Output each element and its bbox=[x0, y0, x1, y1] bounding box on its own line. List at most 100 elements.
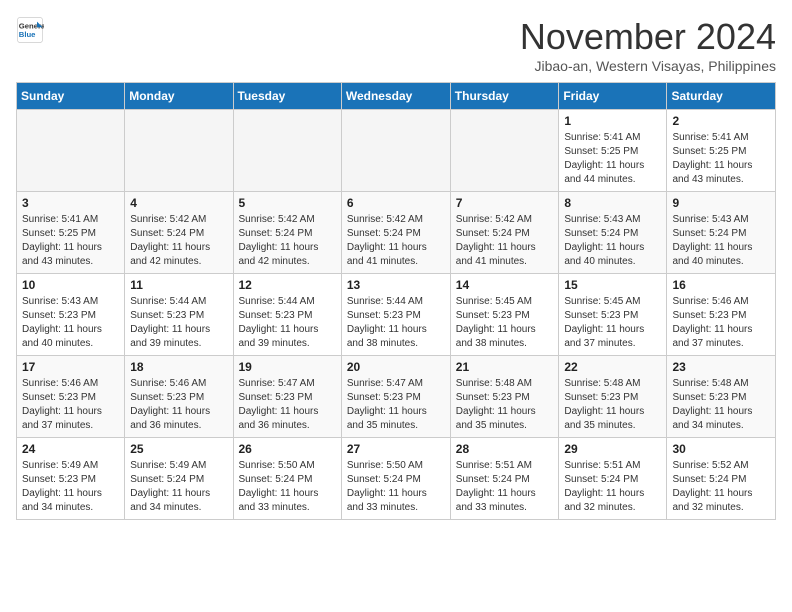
day-number: 28 bbox=[456, 442, 554, 456]
day-number: 6 bbox=[347, 196, 445, 210]
day-info: Sunrise: 5:46 AM Sunset: 5:23 PM Dayligh… bbox=[130, 377, 227, 433]
calendar-week-3: 10Sunrise: 5:43 AM Sunset: 5:23 PM Dayli… bbox=[17, 274, 776, 356]
calendar-cell: 18 Sunrise: 5:46 AM Sunset: 5:23 PM Dayli… bbox=[125, 356, 233, 438]
calendar-week-2: 3 Sunrise: 5:41 AM Sunset: 5:25 PM Daylig… bbox=[17, 192, 776, 274]
day-number: 24 bbox=[22, 442, 119, 456]
day-info: Sunrise: 5:41 AM Sunset: 5:25 PM Dayligh… bbox=[22, 213, 119, 269]
day-info: Sunrise: 5:50 AM Sunset: 5:24 PM Dayligh… bbox=[239, 459, 336, 515]
day-number: 23 bbox=[672, 360, 770, 374]
svg-text:Blue: Blue bbox=[19, 30, 36, 39]
day-number: 3 bbox=[22, 196, 119, 210]
calendar-cell: 12Sunrise: 5:44 AM Sunset: 5:23 PM Dayli… bbox=[233, 274, 341, 356]
day-number: 4 bbox=[130, 196, 227, 210]
calendar-cell: 11 Sunrise: 5:44 AM Sunset: 5:23 PM Dayli… bbox=[125, 274, 233, 356]
calendar-cell: 23Sunrise: 5:48 AM Sunset: 5:23 PM Dayli… bbox=[667, 356, 776, 438]
month-title: November 2024 bbox=[520, 16, 776, 58]
day-number: 15 bbox=[564, 278, 661, 292]
day-info: Sunrise: 5:41 AM Sunset: 5:25 PM Dayligh… bbox=[672, 131, 770, 187]
day-number: 9 bbox=[672, 196, 770, 210]
day-number: 5 bbox=[239, 196, 336, 210]
calendar-week-5: 24 Sunrise: 5:49 AM Sunset: 5:23 PM Dayli… bbox=[17, 438, 776, 520]
header-tuesday: Tuesday bbox=[233, 83, 341, 110]
calendar-cell: 6 Sunrise: 5:42 AM Sunset: 5:24 PM Daylig… bbox=[341, 192, 450, 274]
title-block: November 2024 Jibao-an, Western Visayas,… bbox=[520, 16, 776, 74]
calendar-cell: 19 Sunrise: 5:47 AM Sunset: 5:23 PM Dayli… bbox=[233, 356, 341, 438]
day-info: Sunrise: 5:51 AM Sunset: 5:24 PM Dayligh… bbox=[456, 459, 554, 515]
calendar-cell bbox=[17, 110, 125, 192]
calendar-body: 1 Sunrise: 5:41 AM Sunset: 5:25 PM Daylig… bbox=[17, 110, 776, 520]
day-info: Sunrise: 5:52 AM Sunset: 5:24 PM Dayligh… bbox=[672, 459, 770, 515]
day-number: 20 bbox=[347, 360, 445, 374]
calendar-cell: 30 Sunrise: 5:52 AM Sunset: 5:24 PM Dayli… bbox=[667, 438, 776, 520]
calendar-header-row: SundayMondayTuesdayWednesdayThursdayFrid… bbox=[17, 83, 776, 110]
calendar-cell: 13 Sunrise: 5:44 AM Sunset: 5:23 PM Dayli… bbox=[341, 274, 450, 356]
day-info: Sunrise: 5:43 AM Sunset: 5:24 PM Dayligh… bbox=[564, 213, 661, 269]
day-number: 10 bbox=[22, 278, 119, 292]
day-info: Sunrise: 5:42 AM Sunset: 5:24 PM Dayligh… bbox=[456, 213, 554, 269]
calendar-cell: 27 Sunrise: 5:50 AM Sunset: 5:24 PM Dayli… bbox=[341, 438, 450, 520]
day-number: 18 bbox=[130, 360, 227, 374]
day-number: 12 bbox=[239, 278, 336, 292]
day-number: 13 bbox=[347, 278, 445, 292]
calendar-week-4: 17 Sunrise: 5:46 AM Sunset: 5:23 PM Dayli… bbox=[17, 356, 776, 438]
day-info: Sunrise: 5:41 AM Sunset: 5:25 PM Dayligh… bbox=[564, 131, 661, 187]
location-subtitle: Jibao-an, Western Visayas, Philippines bbox=[520, 58, 776, 74]
day-info: Sunrise: 5:44 AM Sunset: 5:23 PM Dayligh… bbox=[130, 295, 227, 351]
day-info: Sunrise: 5:45 AM Sunset: 5:23 PM Dayligh… bbox=[456, 295, 554, 351]
day-info: Sunrise: 5:48 AM Sunset: 5:23 PM Dayligh… bbox=[456, 377, 554, 433]
day-number: 29 bbox=[564, 442, 661, 456]
day-number: 30 bbox=[672, 442, 770, 456]
day-number: 17 bbox=[22, 360, 119, 374]
day-number: 16 bbox=[672, 278, 770, 292]
day-number: 1 bbox=[564, 114, 661, 128]
header-thursday: Thursday bbox=[450, 83, 559, 110]
header-monday: Monday bbox=[125, 83, 233, 110]
day-number: 26 bbox=[239, 442, 336, 456]
day-info: Sunrise: 5:49 AM Sunset: 5:24 PM Dayligh… bbox=[130, 459, 227, 515]
calendar-cell: 14 Sunrise: 5:45 AM Sunset: 5:23 PM Dayli… bbox=[450, 274, 559, 356]
day-info: Sunrise: 5:44 AM Sunset: 5:23 PM Dayligh… bbox=[347, 295, 445, 351]
calendar-cell: 15 Sunrise: 5:45 AM Sunset: 5:23 PM Dayli… bbox=[559, 274, 667, 356]
calendar-cell bbox=[233, 110, 341, 192]
day-number: 27 bbox=[347, 442, 445, 456]
calendar-cell: 29 Sunrise: 5:51 AM Sunset: 5:24 PM Dayli… bbox=[559, 438, 667, 520]
day-info: Sunrise: 5:47 AM Sunset: 5:23 PM Dayligh… bbox=[239, 377, 336, 433]
calendar-cell: 20 Sunrise: 5:47 AM Sunset: 5:23 PM Dayli… bbox=[341, 356, 450, 438]
header-sunday: Sunday bbox=[17, 83, 125, 110]
day-info: Sunrise: 5:50 AM Sunset: 5:24 PM Dayligh… bbox=[347, 459, 445, 515]
header-friday: Friday bbox=[559, 83, 667, 110]
day-number: 11 bbox=[130, 278, 227, 292]
day-number: 19 bbox=[239, 360, 336, 374]
calendar-cell: 9 Sunrise: 5:43 AM Sunset: 5:24 PM Daylig… bbox=[667, 192, 776, 274]
calendar-cell: 17 Sunrise: 5:46 AM Sunset: 5:23 PM Dayli… bbox=[17, 356, 125, 438]
page-header: General Blue November 2024 Jibao-an, Wes… bbox=[16, 16, 776, 74]
day-number: 14 bbox=[456, 278, 554, 292]
day-number: 25 bbox=[130, 442, 227, 456]
day-info: Sunrise: 5:48 AM Sunset: 5:23 PM Dayligh… bbox=[564, 377, 661, 433]
calendar-cell: 8 Sunrise: 5:43 AM Sunset: 5:24 PM Daylig… bbox=[559, 192, 667, 274]
day-info: Sunrise: 5:47 AM Sunset: 5:23 PM Dayligh… bbox=[347, 377, 445, 433]
day-info: Sunrise: 5:49 AM Sunset: 5:23 PM Dayligh… bbox=[22, 459, 119, 515]
day-info: Sunrise: 5:46 AM Sunset: 5:23 PM Dayligh… bbox=[22, 377, 119, 433]
calendar-cell: 21 Sunrise: 5:48 AM Sunset: 5:23 PM Dayli… bbox=[450, 356, 559, 438]
calendar-cell: 26 Sunrise: 5:50 AM Sunset: 5:24 PM Dayli… bbox=[233, 438, 341, 520]
calendar-cell: 4Sunrise: 5:42 AM Sunset: 5:24 PM Daylig… bbox=[125, 192, 233, 274]
day-info: Sunrise: 5:43 AM Sunset: 5:24 PM Dayligh… bbox=[672, 213, 770, 269]
day-number: 8 bbox=[564, 196, 661, 210]
day-number: 22 bbox=[564, 360, 661, 374]
calendar-cell: 22 Sunrise: 5:48 AM Sunset: 5:23 PM Dayli… bbox=[559, 356, 667, 438]
day-number: 2 bbox=[672, 114, 770, 128]
calendar-cell bbox=[450, 110, 559, 192]
day-info: Sunrise: 5:45 AM Sunset: 5:23 PM Dayligh… bbox=[564, 295, 661, 351]
day-info: Sunrise: 5:51 AM Sunset: 5:24 PM Dayligh… bbox=[564, 459, 661, 515]
day-info: Sunrise: 5:42 AM Sunset: 5:24 PM Dayligh… bbox=[347, 213, 445, 269]
calendar-cell: 24 Sunrise: 5:49 AM Sunset: 5:23 PM Dayli… bbox=[17, 438, 125, 520]
calendar-cell: 10Sunrise: 5:43 AM Sunset: 5:23 PM Dayli… bbox=[17, 274, 125, 356]
day-number: 21 bbox=[456, 360, 554, 374]
calendar-table: SundayMondayTuesdayWednesdayThursdayFrid… bbox=[16, 82, 776, 520]
logo-icon: General Blue bbox=[16, 16, 44, 44]
calendar-week-1: 1 Sunrise: 5:41 AM Sunset: 5:25 PM Daylig… bbox=[17, 110, 776, 192]
calendar-cell: 2 Sunrise: 5:41 AM Sunset: 5:25 PM Daylig… bbox=[667, 110, 776, 192]
calendar-cell bbox=[341, 110, 450, 192]
calendar-cell: 25 Sunrise: 5:49 AM Sunset: 5:24 PM Dayli… bbox=[125, 438, 233, 520]
